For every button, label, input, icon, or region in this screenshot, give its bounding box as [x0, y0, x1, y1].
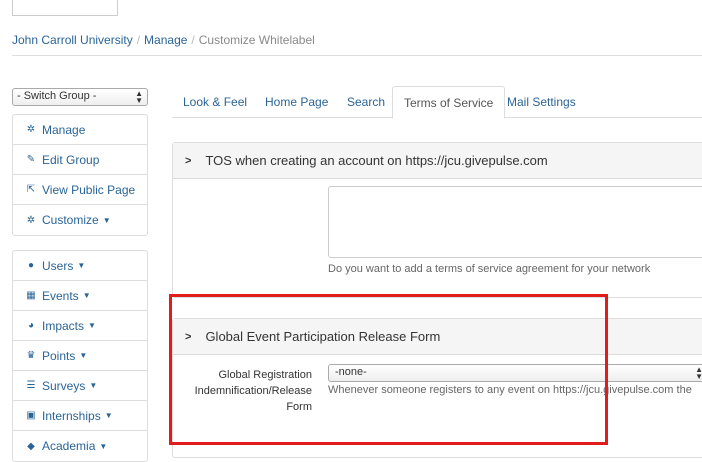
chevron-right-icon: >: [185, 154, 192, 167]
menu-item-surveys[interactable]: ☰ Surveys ▼: [13, 371, 147, 401]
menu-item-events[interactable]: ▦ Events ▼: [13, 281, 147, 311]
menu-item-manage[interactable]: ✲ Manage: [13, 115, 147, 145]
gears-icon: ✲: [26, 214, 36, 226]
select-arrows-icon: ▲ ▼: [695, 365, 702, 381]
manage-menu: ✲ Manage ✎ Edit Group ⇱ View Public Page…: [12, 114, 148, 236]
switch-group-select[interactable]: - Switch Group - ▲ ▼: [12, 88, 148, 106]
release-form-panel-title: Global Event Participation Release Form: [205, 329, 441, 344]
caret-down-icon: ▼: [89, 381, 98, 390]
list-icon: ☰: [26, 380, 36, 391]
user-icon: ●: [27, 260, 35, 271]
tos-help-text: Do you want to add a terms of service ag…: [328, 263, 651, 275]
graduation-cap-icon: ◆: [27, 440, 35, 452]
caret-down-icon: ▼: [88, 321, 96, 330]
menu-item-points[interactable]: ♛ Points ▼: [13, 341, 147, 371]
tos-panel: > TOS when creating an account on https:…: [172, 142, 702, 298]
menu-item-customize[interactable]: ✲ Customize ▼: [13, 205, 147, 235]
release-form-label: Global Registration Indemnification/Rele…: [194, 369, 312, 413]
pencil-icon: ✎: [26, 154, 36, 165]
caret-down-icon: ▼: [104, 411, 113, 420]
tab-home-page[interactable]: Home Page: [254, 86, 339, 118]
caret-down-icon: ▼: [102, 215, 111, 225]
caret-down-icon: ▼: [82, 291, 91, 300]
switch-group-value: - Switch Group -: [17, 90, 97, 102]
release-form-panel: > Global Event Participation Release For…: [172, 318, 702, 458]
caret-down-icon: ▼: [79, 351, 88, 360]
breadcrumb-manage[interactable]: Manage: [144, 33, 187, 47]
menu-item-view-public-page[interactable]: ⇱ View Public Page: [13, 175, 147, 205]
release-form-select[interactable]: -none- ▲ ▼: [328, 364, 702, 382]
calendar-icon: ▦: [26, 290, 36, 301]
university-logo: 1886: [12, 0, 118, 16]
tab-look-and-feel[interactable]: Look & Feel: [172, 86, 258, 118]
tab-search[interactable]: Search: [336, 86, 396, 118]
tab-terms-of-service[interactable]: Terms of Service: [392, 86, 506, 119]
release-form-panel-header[interactable]: > Global Event Participation Release For…: [173, 319, 702, 355]
tos-panel-title: TOS when creating an account on https://…: [205, 153, 548, 168]
chevron-right-icon: >: [185, 330, 192, 343]
menu-item-edit-group[interactable]: ✎ Edit Group: [13, 145, 147, 175]
menu-item-users[interactable]: ● Users ▼: [13, 251, 147, 281]
tab-mail-settings[interactable]: Mail Settings: [496, 86, 587, 118]
caret-down-icon: ▼: [99, 441, 108, 451]
dashboard-icon: ◕: [27, 320, 35, 331]
menu-item-impacts[interactable]: ◕ Impacts ▼: [13, 311, 147, 341]
divider: [12, 55, 702, 56]
caret-down-icon: ▼: [77, 261, 86, 270]
settings-tabs: Look & Feel Home Page Search Terms of Se…: [172, 86, 702, 119]
gears-icon: ✲: [26, 124, 36, 135]
menu-item-internships[interactable]: ▣ Internships ▼: [13, 401, 147, 431]
breadcrumb-university[interactable]: John Carroll University: [12, 33, 133, 47]
tos-textarea[interactable]: [328, 186, 702, 258]
group-features-menu: ● Users ▼ ▦ Events ▼ ◕ Impacts ▼ ♛ Point…: [12, 250, 148, 462]
breadcrumb: John Carroll University / Manage / Customize…: [12, 33, 315, 47]
select-arrows-icon: ▲ ▼: [135, 89, 143, 105]
menu-item-academia[interactable]: ◆ Academia ▼: [13, 431, 147, 461]
briefcase-icon: ▣: [26, 410, 36, 421]
breadcrumb-current: Customize Whitelabel: [198, 33, 315, 47]
release-form-help-text: Whenever someone registers to any event …: [328, 384, 692, 396]
tos-panel-header[interactable]: > TOS when creating an account on https:…: [173, 143, 702, 179]
release-form-select-value: -none-: [335, 366, 367, 378]
external-link-icon: ⇱: [26, 184, 36, 195]
trophy-icon: ♛: [26, 350, 36, 361]
